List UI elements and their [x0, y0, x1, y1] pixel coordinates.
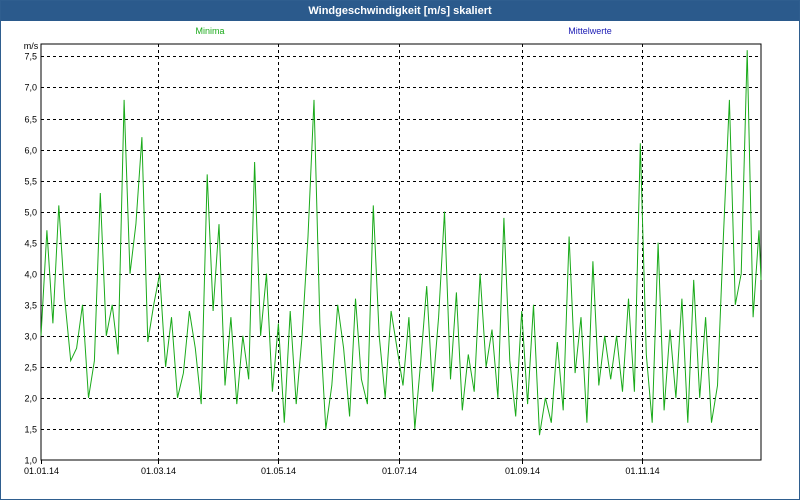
x-tick-label: 01.09.14 [505, 466, 540, 476]
x-tick-label: 01.01.14 [24, 466, 59, 476]
y-tick-label: 3,0 [24, 332, 37, 342]
legend-mittelwerte: Mittelwerte [568, 26, 612, 36]
y-tick-label: 2,0 [24, 394, 37, 404]
y-tick-label: 6,0 [24, 146, 37, 156]
y-tick-label: 5,5 [24, 177, 37, 187]
y-tick-label: 7,5 [24, 52, 37, 62]
wind-speed-chart: 1,0 1,5 2,0 2,5 3,0 3,5 4,0 4,5 5,0 5,5 6,0 6,5 7,0 7… [24, 26, 762, 476]
y-tick-label: 6,5 [24, 115, 37, 125]
y-tick-label: 3,5 [24, 301, 37, 311]
y-tick-label: 1,0 [24, 456, 37, 466]
x-tick-label: 01.03.14 [141, 466, 176, 476]
y-tick-label: 4,5 [24, 239, 37, 249]
legend-minima: Minima [195, 26, 224, 36]
y-tick-label: 4,0 [24, 270, 37, 280]
x-tick-label: 01.05.14 [261, 466, 296, 476]
y-tick-label: 1,5 [24, 425, 37, 435]
window-title: Windgeschwindigkeit [m/s] skaliert [1, 1, 799, 21]
x-tick-label: 01.07.14 [382, 466, 417, 476]
y-axis-unit-label: m/s [24, 41, 39, 51]
y-tick-label: 7,0 [24, 83, 37, 93]
chart-window: Windgeschwindigkeit [m/s] skaliert 1,0 1,… [0, 0, 800, 500]
y-tick-label: 5,0 [24, 208, 37, 218]
chart-area: 1,0 1,5 2,0 2,5 3,0 3,5 4,0 4,5 5,0 5,5 6,0 6,5 7,0 7… [1, 21, 799, 499]
x-tick-label: 01.11.14 [625, 466, 659, 476]
y-tick-label: 2,5 [24, 363, 37, 373]
